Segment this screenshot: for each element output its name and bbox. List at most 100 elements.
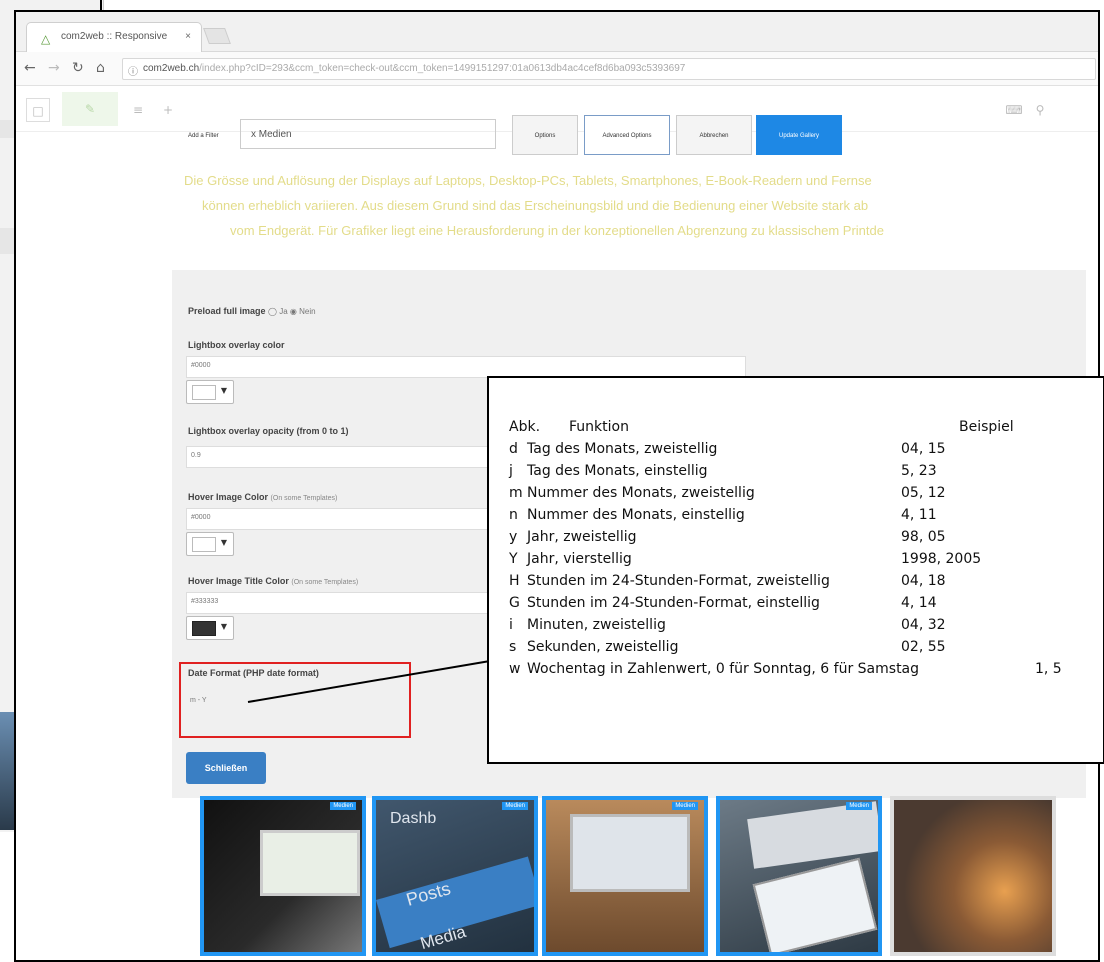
media-badge: Medien bbox=[846, 802, 872, 810]
laptop-screen bbox=[752, 857, 878, 952]
media-badge: Medien bbox=[672, 802, 698, 810]
address-bar: ← → ↻ ⌂ ⓘ com2web.ch/index.php?cID=293&c… bbox=[16, 52, 1098, 86]
url-input[interactable]: ⓘ com2web.ch/index.php?cID=293&ccm_token… bbox=[122, 58, 1096, 80]
color-chip bbox=[192, 621, 216, 636]
thumb-text: Dashb bbox=[390, 810, 437, 827]
gallery-thumbnail[interactable]: Medien bbox=[716, 796, 882, 956]
filter-label: Add a Filter bbox=[188, 133, 219, 139]
intelligent-search-icon[interactable]: ⌨ bbox=[1002, 98, 1026, 122]
new-tab-button[interactable] bbox=[203, 28, 231, 44]
format-function: Nummer des Monats, zweistellig bbox=[527, 485, 755, 501]
format-function: Tag des Monats, einstellig bbox=[527, 463, 708, 479]
format-example: 1, 5 bbox=[1035, 661, 1062, 677]
info-icon: ⓘ bbox=[128, 67, 138, 78]
browser-tab[interactable]: △ com2web :: Responsive × bbox=[26, 22, 202, 52]
gallery-thumbnail[interactable]: Medien bbox=[542, 796, 708, 956]
search-icon[interactable]: ⚲ bbox=[1028, 98, 1052, 122]
format-example: 05, 12 bbox=[901, 485, 946, 501]
filter-input[interactable]: x Medien bbox=[240, 119, 496, 149]
format-function: Minuten, zweistellig bbox=[527, 617, 666, 633]
hover-title-label-text: Hover Image Title Color bbox=[188, 576, 289, 586]
options-button[interactable]: Options bbox=[512, 115, 578, 155]
format-example: 4, 11 bbox=[901, 507, 937, 523]
format-key: m bbox=[509, 485, 523, 501]
cancel-button[interactable]: Abbrechen bbox=[676, 115, 752, 155]
format-key: n bbox=[509, 507, 518, 523]
description-line: können erheblich variieren. Aus diesem G… bbox=[202, 198, 869, 213]
format-function: Stunden im 24-Stunden-Format, einstellig bbox=[527, 595, 820, 611]
format-function: Sekunden, zweistellig bbox=[527, 639, 679, 655]
overlay-color-input[interactable]: #0000 bbox=[186, 356, 746, 378]
format-key: G bbox=[509, 595, 520, 611]
preload-label: Preload full image ◯ Ja ◉ Nein bbox=[188, 306, 316, 316]
gallery-thumbnail[interactable] bbox=[890, 796, 1056, 956]
format-key: Y bbox=[509, 551, 518, 567]
hover-color-picker[interactable]: ▼ bbox=[186, 532, 234, 556]
tab-title: com2web :: Responsive bbox=[61, 31, 168, 42]
overlay-opacity-label: Lightbox overlay opacity (from 0 to 1) bbox=[188, 426, 349, 436]
close-button[interactable]: Schließen bbox=[186, 752, 266, 784]
hover-title-hint: (On some Templates) bbox=[291, 579, 359, 586]
preload-radio-group[interactable]: ◯ Ja ◉ Nein bbox=[268, 307, 316, 316]
edit-pencil-icon[interactable]: ✎ bbox=[62, 92, 118, 126]
format-example: 4, 14 bbox=[901, 595, 937, 611]
format-function: Stunden im 24-Stunden-Format, zweistelli… bbox=[527, 573, 830, 589]
format-example: 5, 23 bbox=[901, 463, 937, 479]
format-key: s bbox=[509, 639, 517, 655]
gallery-editor-bar: Add a Filter x Medien Options Advanced O… bbox=[172, 115, 882, 163]
hover-color-label: Hover Image Color (On some Templates) bbox=[188, 492, 337, 502]
format-example: 04, 18 bbox=[901, 573, 946, 589]
header-beispiel: Beispiel bbox=[959, 419, 1014, 435]
description-line: Die Grösse und Auflösung der Displays au… bbox=[184, 173, 872, 188]
preload-label-text: Preload full image bbox=[188, 306, 266, 316]
format-example: 98, 05 bbox=[901, 529, 946, 545]
tab-close-icon[interactable]: × bbox=[185, 31, 191, 42]
format-example: 02, 55 bbox=[901, 639, 946, 655]
header-funktion: Funktion bbox=[569, 419, 629, 435]
back-arrow-icon[interactable]: ← bbox=[24, 60, 36, 76]
format-key: w bbox=[509, 661, 521, 677]
format-function: Jahr, zweistellig bbox=[527, 529, 637, 545]
description-text: Die Grösse und Auflösung der Displays au… bbox=[172, 168, 1092, 243]
chevron-down-icon: ▼ bbox=[220, 622, 227, 631]
url-host: com2web.ch bbox=[143, 63, 200, 74]
hover-color-hint: (On some Templates) bbox=[270, 495, 338, 502]
media-badge: Medien bbox=[330, 802, 356, 810]
chevron-down-icon: ▼ bbox=[220, 386, 227, 395]
url-path: /index.php?cID=293&ccm_token=check-out&c… bbox=[199, 63, 686, 74]
update-gallery-button[interactable]: Update Gallery bbox=[756, 115, 842, 155]
reload-icon[interactable]: ↻ bbox=[72, 60, 84, 76]
media-badge: Medien bbox=[502, 802, 528, 810]
date-format-reference-box: Abk. Funktion Beispiel d Tag des Monats, … bbox=[487, 376, 1104, 764]
format-example: 04, 15 bbox=[901, 441, 946, 457]
overlay-color-picker[interactable]: ▼ bbox=[186, 380, 234, 404]
format-key: y bbox=[509, 529, 518, 545]
imac-screen bbox=[570, 814, 690, 892]
hover-color-label-text: Hover Image Color bbox=[188, 492, 269, 502]
imac-screen bbox=[260, 830, 360, 896]
format-key: H bbox=[509, 573, 520, 589]
format-function: Jahr, vierstellig bbox=[527, 551, 632, 567]
format-example: 1998, 2005 bbox=[901, 551, 982, 567]
settings-icon[interactable]: ≡ bbox=[126, 98, 150, 122]
color-chip bbox=[192, 537, 216, 552]
gallery-thumbnails: Medien Dashb Posts Media Medien Medien M… bbox=[186, 796, 1056, 956]
format-key: j bbox=[509, 463, 513, 479]
forward-arrow-icon[interactable]: → bbox=[48, 60, 60, 76]
gallery-thumbnail[interactable]: Medien bbox=[200, 796, 366, 956]
color-chip bbox=[192, 385, 216, 400]
site-favicon-icon: △ bbox=[41, 32, 51, 46]
date-format-highlight bbox=[179, 662, 411, 738]
format-function: Nummer des Monats, einstellig bbox=[527, 507, 745, 523]
format-key: i bbox=[509, 617, 513, 633]
chevron-down-icon: ▼ bbox=[220, 538, 227, 547]
description-line: vom Endgerät. Für Grafiker liegt eine He… bbox=[230, 223, 884, 238]
advanced-options-button[interactable]: Advanced Options bbox=[584, 115, 670, 155]
hover-title-color-label: Hover Image Title Color (On some Templat… bbox=[188, 576, 358, 586]
gallery-thumbnail[interactable]: Dashb Posts Media Medien bbox=[372, 796, 538, 956]
format-function: Wochentag in Zahlenwert, 0 für Sonntag, … bbox=[527, 661, 920, 677]
hover-title-color-picker[interactable]: ▼ bbox=[186, 616, 234, 640]
page-icon[interactable]: □ bbox=[26, 98, 50, 122]
home-icon[interactable]: ⌂ bbox=[96, 60, 105, 76]
format-key: d bbox=[509, 441, 518, 457]
